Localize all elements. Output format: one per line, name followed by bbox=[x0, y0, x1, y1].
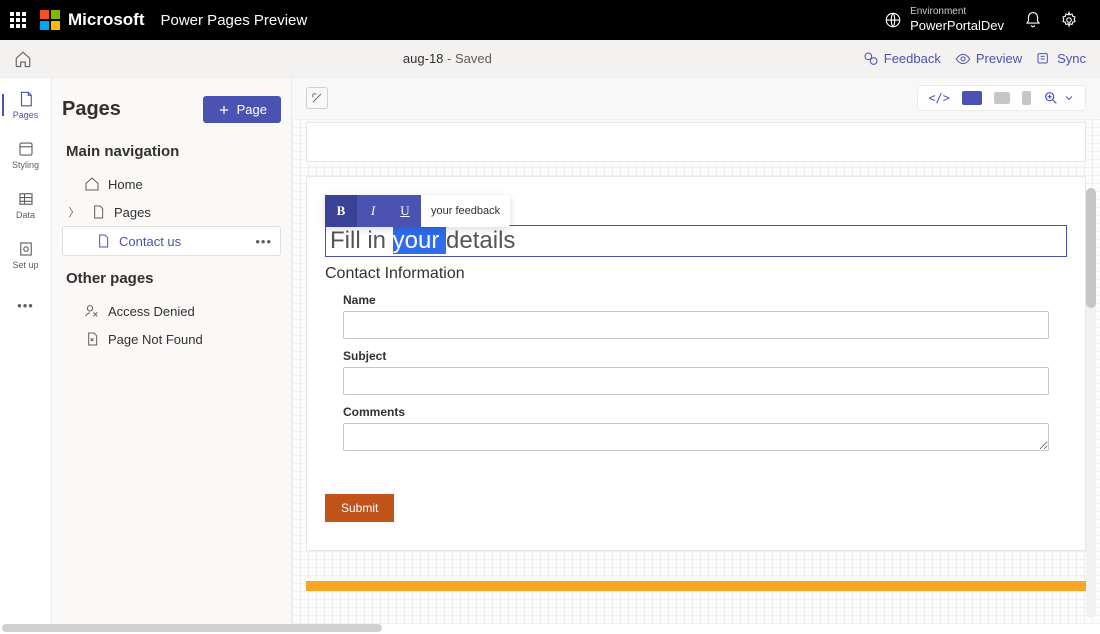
feedback-label: Feedback bbox=[884, 51, 941, 66]
rail-styling-label: Styling bbox=[12, 160, 39, 170]
text-format-toolbar: B I U your feedback bbox=[325, 195, 510, 227]
italic-button[interactable]: I bbox=[357, 195, 389, 227]
canvas-vertical-scrollbar[interactable] bbox=[1086, 188, 1096, 618]
bell-icon[interactable] bbox=[1024, 11, 1042, 29]
rail-styling[interactable]: Styling bbox=[2, 134, 50, 176]
sync-action[interactable]: Sync bbox=[1036, 51, 1086, 67]
nav-notfound-label: Page Not Found bbox=[108, 332, 203, 347]
nav-pages[interactable]: 〉 Pages bbox=[62, 198, 281, 226]
underline-button[interactable]: U bbox=[389, 195, 421, 227]
environment-label: Environment bbox=[910, 6, 1004, 18]
nav-home[interactable]: Home bbox=[62, 170, 281, 198]
ellipsis-icon: ••• bbox=[17, 298, 34, 313]
comments-label: Comments bbox=[343, 405, 1049, 419]
preview-label: Preview bbox=[976, 51, 1022, 66]
rail-pages-label: Pages bbox=[13, 110, 39, 120]
vertical-scroll-thumb[interactable] bbox=[1086, 188, 1096, 308]
product-title: Power Pages Preview bbox=[161, 12, 308, 29]
save-label: - Saved bbox=[443, 51, 491, 66]
save-status: aug-18 - Saved bbox=[32, 51, 863, 66]
expand-arrow-button[interactable] bbox=[306, 87, 328, 109]
nav-page-not-found[interactable]: Page Not Found bbox=[62, 325, 281, 353]
doc-name: aug-18 bbox=[403, 51, 443, 66]
add-page-button[interactable]: Page bbox=[203, 96, 281, 123]
main-layout: Pages Styling Data Set up ••• Pages Page… bbox=[0, 78, 1100, 624]
nav-item-more-icon[interactable]: ••• bbox=[255, 234, 272, 249]
rail-setup[interactable]: Set up bbox=[2, 234, 50, 276]
submit-button[interactable]: Submit bbox=[325, 494, 394, 522]
pages-sidebar: Pages Page Main navigation Home 〉 Pages … bbox=[52, 78, 292, 624]
home-breadcrumb-icon[interactable] bbox=[14, 50, 32, 68]
subject-label: Subject bbox=[343, 349, 1049, 363]
footer-section-block[interactable] bbox=[306, 581, 1086, 591]
chevron-right-icon: 〉 bbox=[66, 204, 82, 220]
bold-button[interactable]: B bbox=[325, 195, 357, 227]
nav-home-label: Home bbox=[108, 177, 143, 192]
horizontal-scrollbar[interactable] bbox=[2, 624, 382, 632]
nav-access-denied[interactable]: Access Denied bbox=[62, 297, 281, 325]
heading-editable[interactable]: Fill in your details bbox=[325, 225, 1067, 257]
rail-pages[interactable]: Pages bbox=[2, 84, 50, 126]
rail-more[interactable]: ••• bbox=[2, 284, 50, 326]
canvas-area: </> B I U your feedback bbox=[292, 78, 1100, 624]
rail-data[interactable]: Data bbox=[2, 184, 50, 226]
nav-contact-label: Contact us bbox=[119, 234, 181, 249]
tablet-viewport-icon[interactable] bbox=[994, 92, 1010, 104]
canvas-toolbar: </> bbox=[292, 78, 1100, 118]
subheading: Contact Information bbox=[325, 265, 1067, 283]
rail-setup-label: Set up bbox=[12, 260, 38, 270]
status-toolbar: aug-18 - Saved Feedback Preview Sync bbox=[0, 40, 1100, 78]
nav-denied-label: Access Denied bbox=[108, 304, 195, 319]
desktop-viewport-icon[interactable] bbox=[962, 91, 982, 105]
zoom-control[interactable] bbox=[1043, 90, 1075, 106]
gear-icon[interactable] bbox=[1060, 11, 1078, 29]
app-launcher-icon[interactable] bbox=[10, 12, 26, 28]
add-page-label: Page bbox=[237, 102, 267, 117]
subject-input[interactable] bbox=[343, 367, 1049, 395]
environment-name: PowerPortalDev bbox=[910, 18, 1004, 34]
nav-pages-label: Pages bbox=[114, 205, 151, 220]
preview-action[interactable]: Preview bbox=[955, 51, 1022, 67]
microsoft-text: Microsoft bbox=[68, 10, 145, 30]
nav-contact-us[interactable]: Contact us ••• bbox=[62, 226, 281, 256]
code-view-icon[interactable]: </> bbox=[928, 91, 950, 105]
nav-rail: Pages Styling Data Set up ••• bbox=[0, 78, 52, 624]
feedback-action[interactable]: Feedback bbox=[863, 51, 941, 67]
top-bar: Microsoft Power Pages Preview Environmen… bbox=[0, 0, 1100, 40]
environment-picker[interactable]: Environment PowerPortalDev bbox=[884, 6, 1004, 34]
microsoft-logo: Microsoft bbox=[40, 10, 145, 30]
form-section-block[interactable]: B I U your feedback Fill in your details… bbox=[306, 176, 1086, 551]
name-input[interactable] bbox=[343, 311, 1049, 339]
rail-data-label: Data bbox=[16, 210, 35, 220]
top-section-block[interactable] bbox=[306, 122, 1086, 162]
viewport-tools: </> bbox=[917, 85, 1086, 111]
comments-input[interactable] bbox=[343, 423, 1049, 451]
canvas-viewport[interactable]: B I U your feedback Fill in your details… bbox=[292, 118, 1100, 624]
microsoft-squares-icon bbox=[40, 10, 60, 30]
heading-post: details bbox=[446, 227, 515, 254]
main-nav-heading: Main navigation bbox=[66, 143, 277, 160]
other-pages-heading: Other pages bbox=[66, 270, 277, 287]
name-label: Name bbox=[343, 293, 1049, 307]
heading-pre: Fill in bbox=[330, 227, 393, 254]
heading-selection: your bbox=[393, 227, 446, 254]
format-context-text: your feedback bbox=[421, 205, 510, 217]
sync-label: Sync bbox=[1057, 51, 1086, 66]
mobile-viewport-icon[interactable] bbox=[1022, 91, 1031, 105]
sidebar-title: Pages bbox=[62, 98, 121, 121]
